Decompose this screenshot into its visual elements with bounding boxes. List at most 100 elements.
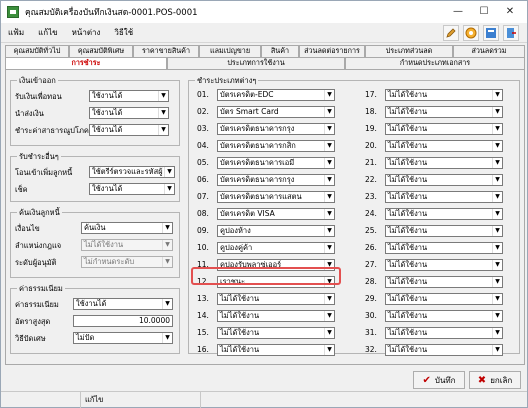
payment-type-combo[interactable]: คูปองห้าง ▼ bbox=[217, 225, 335, 237]
payment-type-combo[interactable]: ไม่ได้ใช้งาน ▼ bbox=[385, 89, 503, 101]
payment-type-combo[interactable]: ไม่ได้ใช้งาน ▼ bbox=[385, 157, 503, 169]
chevron-down-icon[interactable]: ▼ bbox=[492, 90, 502, 100]
payment-type-combo[interactable]: บัตรเครดิตธนาคารแสตน ▼ bbox=[217, 191, 335, 203]
tab-document-type[interactable]: กำหนดประเภทเอกสาร bbox=[345, 57, 525, 69]
payment-type-combo[interactable]: ไม่ได้ใช้งาน ▼ bbox=[217, 344, 335, 356]
payment-type-combo[interactable]: ไม่ได้ใช้งาน ▼ bbox=[217, 310, 335, 322]
chevron-down-icon[interactable]: ▼ bbox=[324, 345, 334, 355]
tab-item-discount[interactable]: ส่วนลดต่อรายการ bbox=[299, 45, 365, 57]
tab-usage-type[interactable]: ประเภทการใช้งาน bbox=[167, 57, 345, 69]
chevron-down-icon[interactable]: ▼ bbox=[492, 192, 502, 202]
tab-special[interactable]: คุณสมบัติพิเศษ bbox=[69, 45, 133, 57]
calculator-icon[interactable] bbox=[483, 25, 499, 41]
chevron-down-icon[interactable]: ▼ bbox=[164, 184, 174, 194]
cash-row-combo[interactable]: ใช้งานได้ ▼ bbox=[89, 107, 169, 119]
payment-type-combo[interactable]: ไม่ได้ใช้งาน ▼ bbox=[385, 259, 503, 271]
payment-type-combo[interactable]: บัตรเครดิตธนาคารกรุง ▼ bbox=[217, 174, 335, 186]
payment-type-combo[interactable]: บัตรเครดิตธนาคารกสิก ▼ bbox=[217, 140, 335, 152]
payment-type-combo[interactable]: บัตรเครดิต VISA ▼ bbox=[217, 208, 335, 220]
chevron-down-icon[interactable]: ▼ bbox=[324, 226, 334, 236]
deposit-row-combo[interactable]: ใช้งานได้ ▼ bbox=[89, 183, 175, 195]
chevron-down-icon[interactable]: ▼ bbox=[324, 311, 334, 321]
chevron-down-icon[interactable]: ▼ bbox=[492, 124, 502, 134]
chevron-down-icon[interactable]: ▼ bbox=[324, 328, 334, 338]
chevron-down-icon[interactable]: ▼ bbox=[162, 333, 172, 343]
chevron-down-icon[interactable]: ▼ bbox=[492, 328, 502, 338]
max-rate-input[interactable]: 10.0000 bbox=[73, 315, 173, 327]
payment-type-combo[interactable]: บัตร Smart Card ▼ bbox=[217, 106, 335, 118]
minimize-button[interactable]: — bbox=[445, 1, 471, 21]
chevron-down-icon[interactable]: ▼ bbox=[492, 277, 502, 287]
payment-type-combo[interactable]: ไม่ได้ใช้งาน ▼ bbox=[385, 106, 503, 118]
chevron-down-icon[interactable]: ▼ bbox=[158, 125, 168, 135]
chevron-down-icon[interactable]: ▼ bbox=[492, 226, 502, 236]
cash-row-combo[interactable]: ใช้งานได้ ▼ bbox=[89, 124, 169, 136]
menu-help[interactable]: วิธีใช้ bbox=[107, 26, 140, 39]
payment-type-combo[interactable]: ไม่ได้ใช้งาน ▼ bbox=[385, 225, 503, 237]
payment-type-combo[interactable]: บัตรเครดิตธนาคารเอมี ▼ bbox=[217, 157, 335, 169]
rounding-combo[interactable]: ไม่ปัด ▼ bbox=[73, 332, 173, 344]
chevron-down-icon[interactable]: ▼ bbox=[492, 243, 502, 253]
payment-type-combo[interactable]: บัตรเครดิต-EDC ▼ bbox=[217, 89, 335, 101]
payment-type-combo[interactable]: ไม่ได้ใช้งาน ▼ bbox=[385, 208, 503, 220]
maximize-button[interactable]: ☐ bbox=[471, 1, 497, 21]
chevron-down-icon[interactable]: ▼ bbox=[492, 311, 502, 321]
cancel-button[interactable]: ✖ ยกเลิก bbox=[469, 371, 521, 389]
payment-type-combo[interactable]: ไม่ได้ใช้งาน ▼ bbox=[385, 123, 503, 135]
payment-type-combo[interactable]: ไม่ได้ใช้งาน ▼ bbox=[385, 191, 503, 203]
chevron-down-icon[interactable]: ▼ bbox=[492, 158, 502, 168]
chevron-down-icon[interactable]: ▼ bbox=[162, 299, 172, 309]
fee-combo[interactable]: ใช้งานได้ ▼ bbox=[73, 298, 173, 310]
chevron-down-icon[interactable]: ▼ bbox=[324, 209, 334, 219]
chevron-down-icon[interactable]: ▼ bbox=[492, 209, 502, 219]
exit-icon[interactable] bbox=[503, 25, 519, 41]
payment-type-combo[interactable]: ไม่ได้ใช้งาน ▼ bbox=[385, 344, 503, 356]
payment-type-combo[interactable]: บัตรเครดิตธนาคารกรุง ▼ bbox=[217, 123, 335, 135]
chevron-down-icon[interactable]: ▼ bbox=[164, 167, 174, 177]
payment-type-combo[interactable]: คูปองคู่ค้า ▼ bbox=[217, 242, 335, 254]
menu-window[interactable]: หน้าต่าง bbox=[65, 26, 108, 39]
payment-type-combo[interactable]: ไม่ได้ใช้งาน ▼ bbox=[385, 293, 503, 305]
payment-type-combo[interactable]: ไม่ได้ใช้งาน ▼ bbox=[217, 327, 335, 339]
chevron-down-icon[interactable]: ▼ bbox=[324, 90, 334, 100]
chevron-down-icon[interactable]: ▼ bbox=[492, 294, 502, 304]
chevron-down-icon[interactable]: ▼ bbox=[324, 175, 334, 185]
payment-type-combo[interactable]: ไม่ได้ใช้งาน ▼ bbox=[385, 140, 503, 152]
tab-product[interactable]: สินค้า bbox=[261, 45, 299, 57]
payment-type-combo[interactable]: ไม่ได้ใช้งาน ▼ bbox=[385, 174, 503, 186]
chevron-down-icon[interactable]: ▼ bbox=[492, 345, 502, 355]
chevron-down-icon[interactable]: ▼ bbox=[324, 192, 334, 202]
payment-type-combo[interactable]: ไม่ได้ใช้งาน ▼ bbox=[385, 327, 503, 339]
chevron-down-icon[interactable]: ▼ bbox=[324, 243, 334, 253]
payment-type-combo[interactable]: ไม่ได้ใช้งาน ▼ bbox=[217, 293, 335, 305]
chevron-down-icon[interactable]: ▼ bbox=[492, 175, 502, 185]
payment-type-combo[interactable]: ไม่ได้ใช้งาน ▼ bbox=[385, 276, 503, 288]
chevron-down-icon[interactable]: ▼ bbox=[158, 91, 168, 101]
chevron-down-icon[interactable]: ▼ bbox=[324, 294, 334, 304]
menu-file[interactable]: แฟ้ม bbox=[1, 26, 31, 39]
pencil-icon[interactable] bbox=[443, 25, 459, 41]
chevron-down-icon[interactable]: ▼ bbox=[158, 108, 168, 118]
help-icon[interactable] bbox=[463, 25, 479, 41]
chevron-down-icon[interactable]: ▼ bbox=[324, 124, 334, 134]
save-button[interactable]: ✔ บันทึก bbox=[413, 371, 465, 389]
cash-row-combo[interactable]: ใช้งานได้ ▼ bbox=[89, 90, 169, 102]
close-button[interactable]: ✕ bbox=[497, 1, 523, 21]
tab-total-discount[interactable]: ส่วนลดรวม bbox=[453, 45, 525, 57]
chevron-down-icon[interactable]: ▼ bbox=[492, 141, 502, 151]
tab-campaign[interactable]: แลมเปญขาย bbox=[199, 45, 261, 57]
tab-general[interactable]: คุณสมบัติทั่วไป bbox=[5, 45, 69, 57]
menu-edit[interactable]: แก้ไข bbox=[31, 26, 65, 39]
chevron-down-icon[interactable]: ▼ bbox=[324, 158, 334, 168]
chevron-down-icon[interactable]: ▼ bbox=[492, 107, 502, 117]
chevron-down-icon[interactable]: ▼ bbox=[324, 107, 334, 117]
credit-row-combo[interactable]: ค้นเงิน ▼ bbox=[81, 222, 173, 234]
tab-payment[interactable]: การชำระ bbox=[5, 57, 167, 69]
payment-type-combo[interactable]: ไม่ได้ใช้งาน ▼ bbox=[385, 310, 503, 322]
deposit-row-combo[interactable]: ใช้ตรีร์ตรวจและรหัสผู้ ▼ bbox=[89, 166, 175, 178]
chevron-down-icon[interactable]: ▼ bbox=[324, 141, 334, 151]
tab-price[interactable]: ราคาขายสินค้า bbox=[133, 45, 199, 57]
payment-type-combo[interactable]: ไม่ได้ใช้งาน ▼ bbox=[385, 242, 503, 254]
chevron-down-icon[interactable]: ▼ bbox=[492, 260, 502, 270]
tab-discount-type[interactable]: ประเภทส่วนลด bbox=[365, 45, 453, 57]
